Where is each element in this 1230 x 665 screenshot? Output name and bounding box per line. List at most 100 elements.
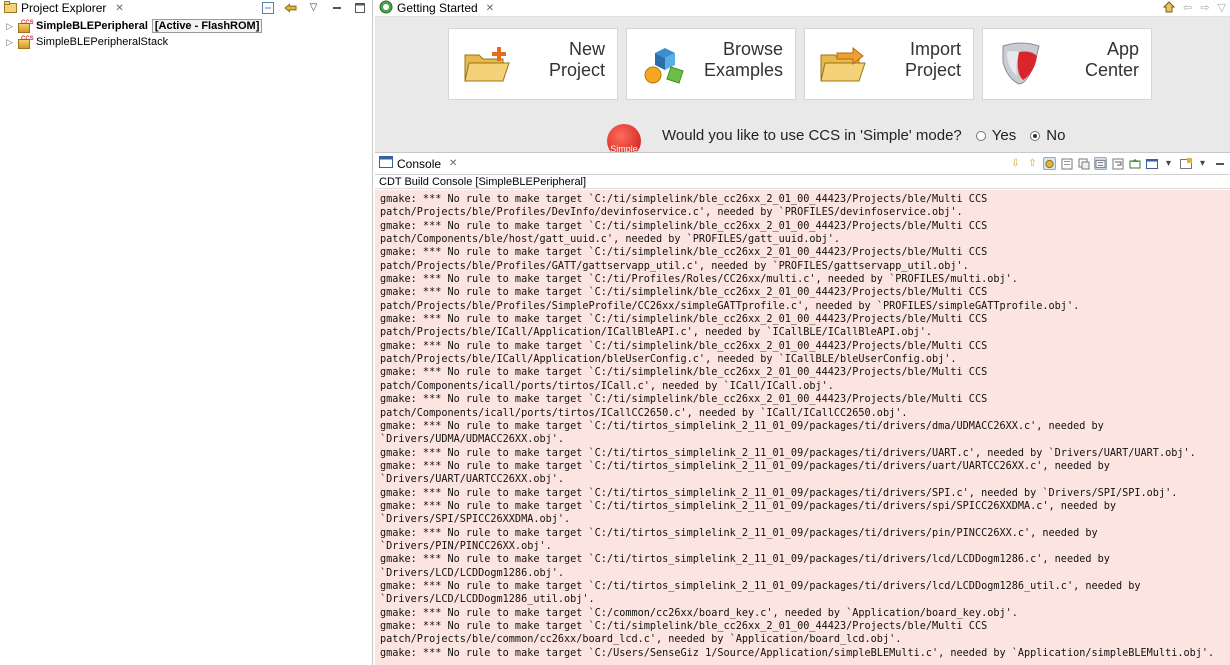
tab-project-explorer[interactable]: Project Explorer ✕ xyxy=(4,0,124,16)
next-error-icon[interactable]: ⇩ xyxy=(1009,157,1022,170)
home-icon[interactable] xyxy=(1162,1,1176,16)
scroll-lock-icon[interactable] xyxy=(1094,157,1107,170)
tab-getting-started[interactable]: Getting Started ✕ xyxy=(379,0,494,17)
previous-error-icon[interactable]: ⇧ xyxy=(1026,157,1039,170)
pin-console-icon[interactable] xyxy=(1128,157,1141,170)
simple-mode-prompt: Would you like to use CCS in 'Simple' mo… xyxy=(662,127,1065,144)
console-panel: Console ✕ ⇩ ⇧ ▾ ▾ CDT Build Console [Sim… xyxy=(375,152,1230,665)
getting-started-content: New Project Browse Examples Import Proje… xyxy=(375,17,1230,152)
app-center-button[interactable]: App Center xyxy=(982,28,1152,100)
tile-label: Import Project xyxy=(905,39,961,81)
tile-label-line1: New xyxy=(568,39,605,59)
dropdown-arrow-icon[interactable]: ▾ xyxy=(1162,157,1175,170)
view-menu-icon[interactable]: ▽ xyxy=(1218,1,1226,16)
getting-started-tabbar: Getting Started ✕ ⇦ ⇨ ▽ xyxy=(375,0,1230,17)
console-line: gmake: *** No rule to make target `C:/co… xyxy=(380,607,1018,619)
console-line: gmake: *** No rule to make target `C:/ti… xyxy=(380,340,988,352)
tile-label: Browse Examples xyxy=(704,39,783,81)
collapse-all-icon[interactable] xyxy=(261,1,274,14)
simple-mode-no-radio[interactable] xyxy=(1030,130,1041,141)
tab-label: Console xyxy=(397,156,442,171)
show-errors-icon[interactable] xyxy=(1043,157,1056,170)
tile-label: App Center xyxy=(1085,39,1139,81)
view-menu-icon[interactable]: ▽ xyxy=(307,1,320,14)
tab-label: Project Explorer xyxy=(21,1,107,15)
ccs-project-icon: CCS xyxy=(18,20,34,33)
word-wrap-icon[interactable] xyxy=(1111,157,1124,170)
forward-arrow-icon[interactable]: ⇨ xyxy=(1200,1,1209,16)
close-icon[interactable]: ✕ xyxy=(115,3,123,14)
expand-arrow-icon[interactable]: ▷ xyxy=(6,37,16,48)
simple-badge-label: Simple xyxy=(610,144,638,152)
display-console-icon[interactable] xyxy=(1145,157,1158,170)
console-line: patch/Projects/ble/ICall/Application/ble… xyxy=(380,354,957,366)
console-line: `Drivers/SPI/SPICC26XXDMA.obj'. xyxy=(380,514,571,526)
browse-examples-icon xyxy=(644,48,684,84)
tile-label-line2: Examples xyxy=(703,60,783,80)
close-icon[interactable]: ✕ xyxy=(486,3,494,14)
dropdown-arrow-icon[interactable]: ▾ xyxy=(1196,157,1209,170)
link-editor-icon[interactable] xyxy=(284,1,297,14)
minimize-icon[interactable] xyxy=(330,1,343,14)
console-line: `Drivers/PIN/PINCC26XX.obj'. xyxy=(380,540,552,552)
console-line: gmake: *** No rule to make target `C:/ti… xyxy=(380,274,1018,286)
console-line: gmake: *** No rule to make target `C:/Us… xyxy=(380,647,1215,659)
yes-label[interactable]: Yes xyxy=(992,127,1016,144)
console-line: gmake: *** No rule to make target `C:/ti… xyxy=(380,487,1178,499)
console-title: CDT Build Console [SimpleBLEPeripheral] xyxy=(375,175,1230,189)
project-name: SimpleBLEPeripheralStack xyxy=(36,36,169,48)
console-line: gmake: *** No rule to make target `C:/ti… xyxy=(380,580,1141,592)
console-tabbar: Console ✕ ⇩ ⇧ ▾ ▾ xyxy=(375,153,1230,175)
browse-examples-button[interactable]: Browse Examples xyxy=(626,28,796,100)
getting-started-icon xyxy=(379,0,393,17)
project-tree: ▷ CCS SimpleBLEPeripheral [Active - Flas… xyxy=(0,18,372,50)
console-toolbar: ⇩ ⇧ ▾ ▾ xyxy=(1009,157,1226,170)
console-line: patch/Projects/ble/Profiles/DevInfo/devi… xyxy=(380,207,963,219)
tree-item-simpleble-peripheral-stack[interactable]: ▷ CCS SimpleBLEPeripheralStack xyxy=(0,34,372,50)
tile-label-line2: Center xyxy=(1084,60,1139,80)
clear-console-icon[interactable] xyxy=(1060,157,1073,170)
console-line: gmake: *** No rule to make target `C:/ti… xyxy=(380,447,1196,459)
tile-label-line1: Import xyxy=(909,39,961,59)
console-line: gmake: *** No rule to make target `C:/ti… xyxy=(380,621,988,632)
tile-label: New Project xyxy=(549,39,605,81)
open-console-icon[interactable] xyxy=(1179,157,1192,170)
simple-mode-badge-icon: Simple xyxy=(607,124,641,152)
import-project-icon xyxy=(820,46,866,82)
ccs-project-icon: CCS xyxy=(18,36,34,49)
console-line: patch/Components/icall/ports/tirtos/ICal… xyxy=(380,407,908,419)
ide-window: Project Explorer ✕ ▽ ▷ CCS SimpleBLEPeri… xyxy=(0,0,1230,665)
new-project-button[interactable]: New Project xyxy=(448,28,618,100)
back-arrow-icon[interactable]: ⇦ xyxy=(1183,1,1192,16)
copy-build-log-icon[interactable] xyxy=(1077,157,1090,170)
project-explorer-panel: Project Explorer ✕ ▽ ▷ CCS SimpleBLEPeri… xyxy=(0,0,373,665)
no-label[interactable]: No xyxy=(1046,127,1065,144)
project-explorer-tabbar: Project Explorer ✕ ▽ xyxy=(0,0,372,16)
console-output[interactable]: gmake: *** No rule to make target `C:/ti… xyxy=(375,190,1230,665)
simple-mode-yes-radio[interactable] xyxy=(975,130,986,141)
console-line: gmake: *** No rule to make target `C:/ti… xyxy=(380,420,1104,432)
tile-label-line2: Project xyxy=(548,60,605,80)
tree-item-simpleble-peripheral[interactable]: ▷ CCS SimpleBLEPeripheral [Active - Flas… xyxy=(0,18,372,34)
simple-mode-question: Would you like to use CCS in 'Simple' mo… xyxy=(662,127,962,144)
console-line: gmake: *** No rule to make target `C:/ti… xyxy=(380,527,1098,539)
close-icon[interactable]: ✕ xyxy=(449,158,457,169)
minimize-icon[interactable] xyxy=(1213,157,1226,170)
console-line: `Drivers/UDMA/UDMACC26XX.obj'. xyxy=(380,434,565,446)
tile-label-line1: App xyxy=(1106,39,1139,59)
console-line: `Drivers/LCD/LCDDogm1286_util.obj'. xyxy=(380,594,595,606)
getting-started-panel: Getting Started ✕ ⇦ ⇨ ▽ New Project Brow… xyxy=(375,0,1230,152)
console-line: `Drivers/LCD/LCDDogm1286.obj'. xyxy=(380,567,565,579)
tab-console[interactable]: Console ✕ xyxy=(379,156,457,171)
tab-label: Getting Started xyxy=(397,1,478,15)
console-line: gmake: *** No rule to make target `C:/ti… xyxy=(380,500,1117,512)
console-line: patch/Projects/ble/Profiles/GATT/gattser… xyxy=(380,260,969,272)
expand-arrow-icon[interactable]: ▷ xyxy=(6,21,16,32)
console-line: gmake: *** No rule to make target `C:/ti… xyxy=(380,554,1110,566)
console-line: gmake: *** No rule to make target `C:/ti… xyxy=(380,287,988,299)
tile-label-line2: Project xyxy=(904,60,961,80)
import-project-button[interactable]: Import Project xyxy=(804,28,974,100)
project-name: SimpleBLEPeripheral xyxy=(36,20,148,32)
console-line: gmake: *** No rule to make target `C:/ti… xyxy=(380,314,988,326)
maximize-icon[interactable] xyxy=(353,1,366,14)
